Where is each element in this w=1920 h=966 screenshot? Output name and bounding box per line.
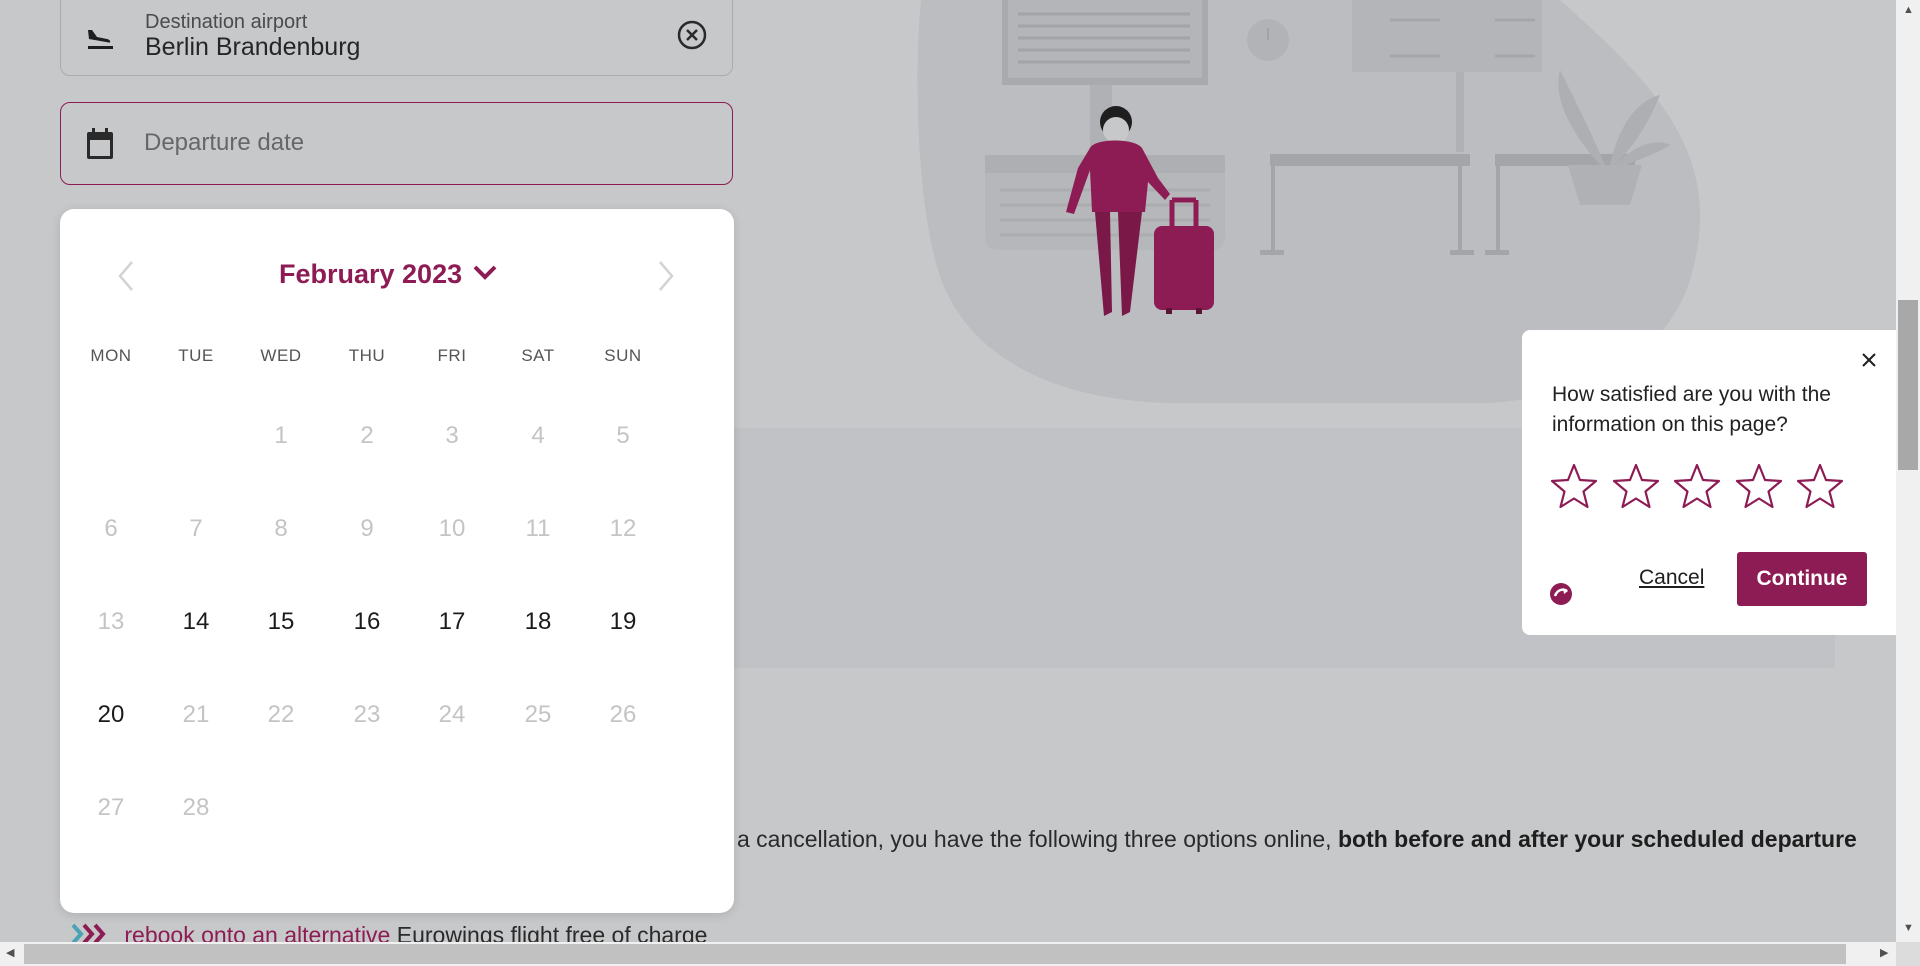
calendar-day: 6 [104, 515, 118, 542]
calendar-day[interactable]: 17 [422, 602, 482, 642]
calendar-day: 2 [360, 422, 374, 449]
calendar-day: 5 [616, 422, 630, 449]
options-paragraph: a cancellation, you have the following t… [737, 826, 1857, 853]
satisfaction-survey-popup: How satisfied are you with the informati… [1522, 330, 1905, 635]
weekday-label: THU [348, 346, 386, 365]
star-icon[interactable] [1612, 463, 1660, 514]
horizontal-scrollbar-thumb[interactable] [24, 944, 1846, 964]
destination-airport-field[interactable]: Destination airport Berlin Brandenburg [60, 0, 733, 76]
scroll-up-arrow-icon[interactable]: ▲ [1903, 4, 1914, 16]
feedback-logo-icon [1549, 582, 1573, 611]
calendar-day: 12 [609, 515, 637, 542]
calendar-day: 27 [97, 794, 125, 821]
calendar-day: 24 [438, 701, 466, 728]
options-paragraph-bold: both before and after your scheduled dep… [1337, 826, 1857, 852]
calendar-month-label[interactable]: February 2023 [279, 259, 462, 290]
calendar-day: 13 [97, 608, 125, 635]
calendar-day: 3 [445, 422, 459, 449]
airplane-landing-icon [85, 23, 115, 58]
scroll-down-arrow-icon[interactable]: ▼ [1903, 922, 1914, 934]
weekday-label: SUN [604, 346, 642, 365]
vertical-scrollbar[interactable] [1896, 0, 1920, 942]
continue-button[interactable]: Continue [1737, 552, 1867, 606]
calendar-day[interactable]: 20 [81, 695, 141, 735]
survey-question: How satisfied are you with the informati… [1552, 383, 1831, 436]
weekday-label: WED [260, 346, 302, 365]
chevron-down-icon[interactable] [472, 263, 498, 286]
weekday-label: TUE [178, 346, 214, 365]
calendar-day: 1 [274, 422, 288, 449]
close-icon[interactable] [1861, 352, 1877, 373]
weekday-label: FRI [437, 346, 467, 365]
calendar-day: 10 [438, 515, 466, 542]
weekday-label: SAT [521, 346, 555, 365]
calendar-day[interactable]: 18 [508, 602, 568, 642]
calendar-day: 21 [182, 701, 210, 728]
chevron-left-icon[interactable] [116, 259, 136, 298]
calendar-day: 23 [353, 701, 381, 728]
calendar-day: 9 [360, 515, 374, 542]
departure-date-field[interactable]: Departure date [60, 102, 733, 185]
vertical-scrollbar-thumb[interactable] [1898, 300, 1918, 470]
calendar-day[interactable]: 14 [166, 602, 226, 642]
calendar-day[interactable]: 16 [337, 602, 397, 642]
options-paragraph-text: a cancellation, you have the following t… [737, 826, 1332, 852]
weekday-label: MON [90, 346, 132, 365]
date-picker-calendar: February 2023 MON TUE WED THU FRI SAT SUN 1234… [60, 209, 734, 913]
calendar-day[interactable]: 19 [593, 602, 653, 642]
scroll-right-arrow-icon[interactable]: ▶ [1880, 946, 1888, 959]
star-icon[interactable] [1735, 463, 1783, 514]
calendar-day: 7 [189, 515, 203, 542]
calendar-icon [85, 127, 115, 166]
destination-airport-label: Destination airport [145, 11, 308, 33]
close-circle-icon[interactable] [676, 19, 708, 56]
star-icon[interactable] [1673, 463, 1721, 514]
calendar-day: 11 [525, 515, 551, 542]
calendar-day[interactable]: 15 [251, 602, 311, 642]
destination-airport-value: Berlin Brandenburg [145, 33, 361, 61]
calendar-day: 25 [524, 701, 552, 728]
scrollbar-corner [1896, 942, 1920, 966]
star-icon[interactable] [1550, 463, 1598, 514]
star-icon[interactable] [1796, 463, 1844, 514]
calendar-day: 4 [531, 422, 545, 449]
calendar-day: 8 [274, 515, 288, 542]
departure-date-placeholder: Departure date [144, 129, 305, 156]
calendar-day: 28 [182, 794, 210, 821]
scroll-left-arrow-icon[interactable]: ◀ [6, 946, 14, 959]
cancel-button[interactable]: Cancel [1639, 566, 1704, 590]
calendar-day: 26 [609, 701, 637, 728]
calendar-day: 22 [267, 701, 295, 728]
chevron-right-icon[interactable] [656, 259, 676, 298]
